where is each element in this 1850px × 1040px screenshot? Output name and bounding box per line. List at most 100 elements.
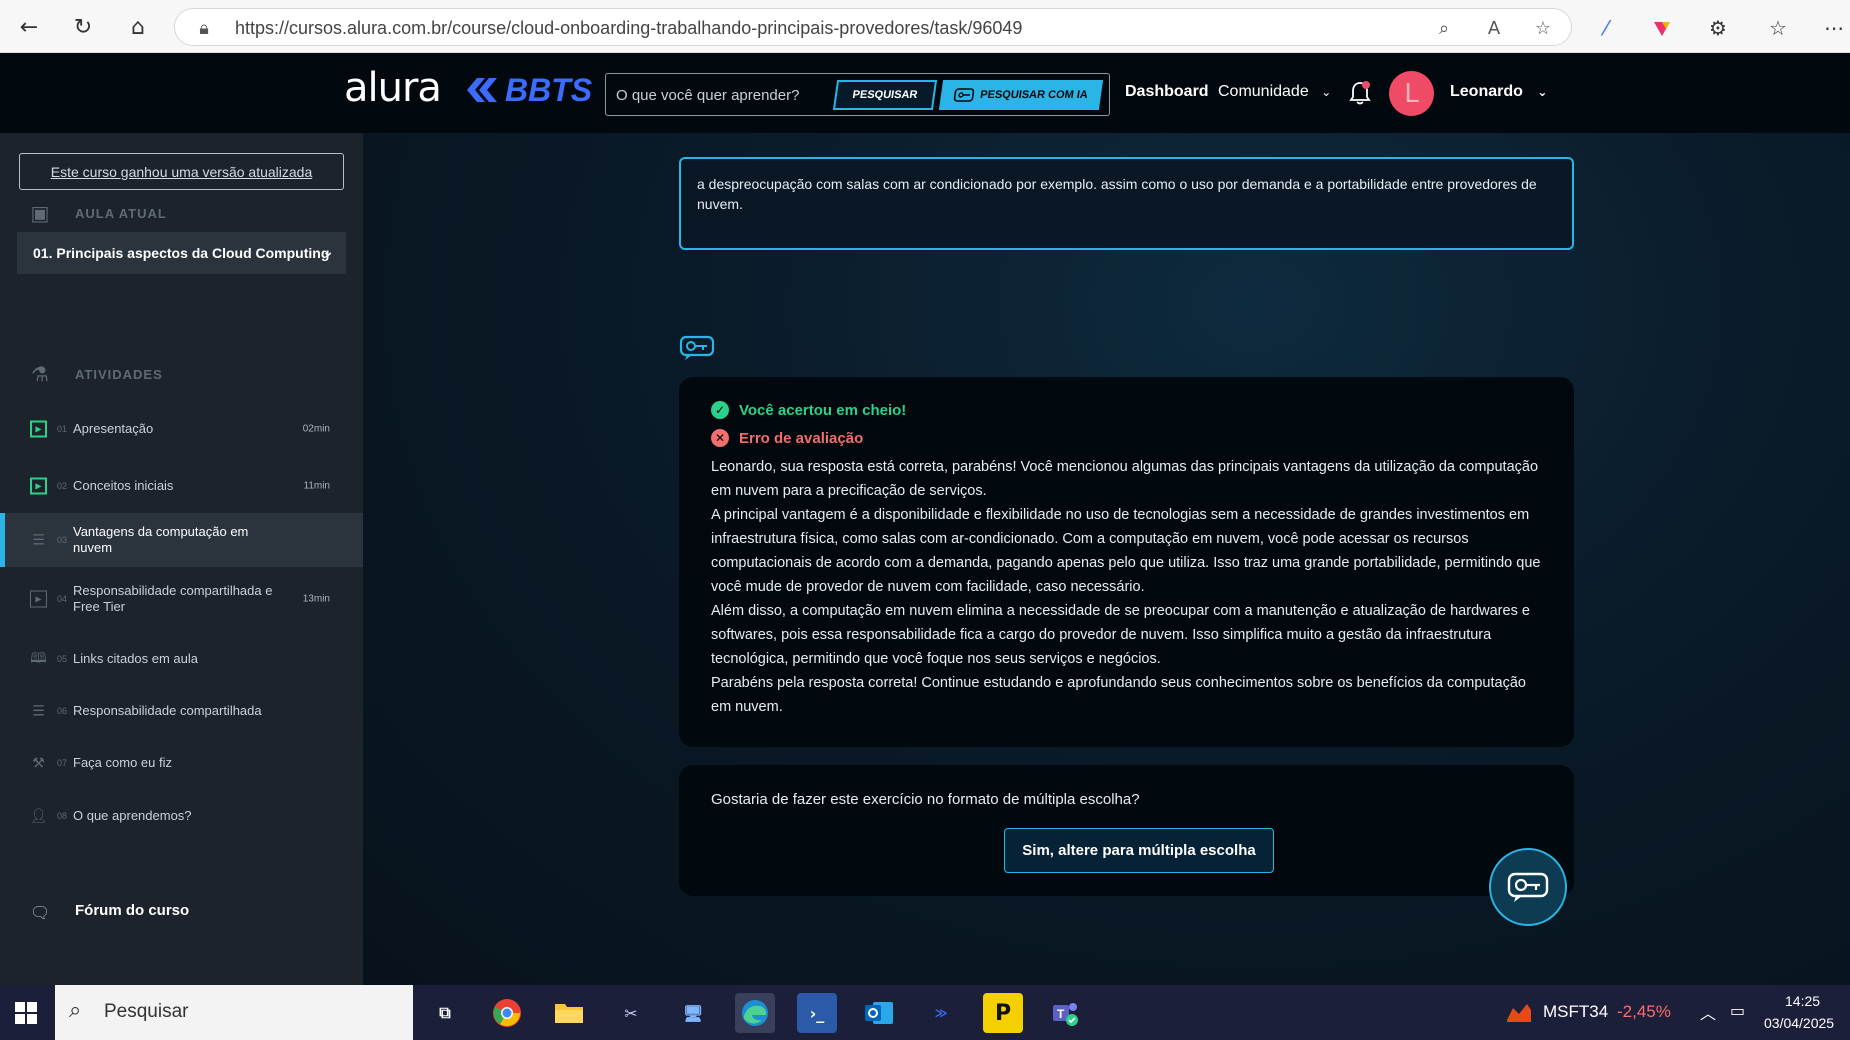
feedback-paragraph: Além disso, a computação em nuvem elimin…	[711, 603, 1530, 667]
battery-icon[interactable]: ▭	[1730, 1001, 1745, 1020]
nav-community[interactable]: Comunidade ⌄	[1218, 83, 1331, 101]
activity-number: 05	[57, 654, 68, 664]
stock-symbol[interactable]: MSFT34	[1543, 1002, 1608, 1022]
activity-title: Apresentação	[73, 421, 154, 436]
switch-to-multiple-choice-button[interactable]: Sim, altere para múltipla escolha	[1004, 828, 1274, 873]
clock-time[interactable]: 14:25	[1785, 993, 1820, 1009]
activity-item[interactable]: 🕮︎ 05 Links citados em aula	[0, 632, 363, 686]
activity-number: 08	[57, 811, 68, 821]
activity-number: 03	[57, 535, 68, 545]
activity-item[interactable]: ▶ 02 Conceitos iniciais 11min	[0, 459, 363, 513]
activity-title: Conceitos iniciais	[73, 478, 174, 493]
book-icon: 🕮︎	[30, 650, 47, 666]
activity-number: 02	[57, 481, 68, 491]
ai-assistant-icon	[679, 335, 715, 361]
ai-glasses-icon	[1507, 872, 1549, 902]
browser-toolbar: ← ↻ ⌂ 🔒︎ https://cursos.alura.com.br/cou…	[0, 0, 1850, 53]
more-menu-icon[interactable]: ⋯	[1820, 14, 1848, 42]
activity-item-current[interactable]: ☰ 03 Vantagens da computação em nuvem	[0, 513, 363, 567]
feedback-success-text: Você acertou em cheio!	[739, 401, 907, 419]
user-name: Leonardo	[1450, 83, 1523, 100]
list-icon: ☰	[32, 703, 45, 719]
p-app-icon[interactable]: P	[983, 993, 1023, 1033]
ai-assistant-button[interactable]	[1489, 848, 1567, 926]
current-lesson-label: AULA ATUAL	[75, 206, 167, 221]
activity-item[interactable]: ▶ 01 Apresentação 02min	[0, 402, 363, 456]
activity-title: Vantagens da computação em nuvem	[73, 524, 249, 555]
snipping-tool-icon[interactable]: ✂	[611, 993, 651, 1033]
address-bar[interactable]: 🔒︎ https://cursos.alura.com.br/course/cl…	[174, 8, 1572, 46]
reload-icon[interactable]: ↻	[68, 12, 98, 42]
search-ai-button[interactable]: PESQUISAR COM IA	[938, 80, 1104, 110]
feedback-paragraph: A principal vantagem é a disponibilidade…	[711, 507, 1541, 595]
windows-start-icon[interactable]	[0, 985, 52, 1040]
avatar[interactable]: L	[1389, 71, 1434, 116]
error-circle-icon: ✕	[711, 429, 729, 447]
updated-version-link[interactable]: Este curso ganhou uma versão atualizada	[19, 153, 344, 190]
powershell-icon[interactable]: ›_	[797, 993, 837, 1033]
taskbar-search-text: Pesquisar	[104, 1001, 189, 1022]
chevron-down-icon: ⌄	[1321, 85, 1332, 99]
back-icon[interactable]: ←	[14, 12, 44, 42]
search-input[interactable]	[616, 84, 836, 106]
bbts-logo[interactable]: BBTS	[465, 70, 592, 110]
site-header: alura BBTS PESQUISAR PESQUISAR COM IA Da…	[0, 53, 1850, 133]
chevron-up-icon[interactable]: ︿	[1700, 1000, 1716, 1024]
alura-logo[interactable]: alura	[344, 65, 442, 111]
activity-item[interactable]: ⚒ 07 Faça como eu fiz	[0, 736, 363, 790]
url-text: https://cursos.alura.com.br/course/cloud…	[235, 18, 1023, 38]
activity-title: O que aprendemos?	[73, 808, 192, 823]
taskbar-search[interactable]: ⌕ Pesquisar	[55, 985, 413, 1040]
copilot-pen-icon[interactable]: ⁄	[1592, 14, 1620, 42]
outlook-icon[interactable]	[859, 993, 899, 1033]
nav-dashboard[interactable]: Dashboard	[1125, 83, 1209, 101]
feedback-paragraph: Leonardo, sua resposta está correta, par…	[711, 459, 1539, 499]
forum-chat-icon: 🗨︎	[30, 903, 51, 922]
activity-number: 06	[57, 706, 68, 716]
search-button[interactable]: PESQUISAR	[832, 80, 938, 110]
extensions-icon[interactable]: ⚙	[1704, 14, 1732, 42]
favorites-icon[interactable]: ☆	[1764, 14, 1792, 42]
check-circle-icon: ✓	[711, 401, 729, 419]
bbts-logo-text: BBTS	[505, 71, 593, 108]
read-aloud-icon[interactable]: A	[1483, 17, 1505, 39]
lock-icon[interactable]: 🔒︎	[193, 17, 215, 39]
lesson-book-icon: ▣	[30, 201, 50, 225]
bbts-app-icon[interactable]: ≫	[921, 993, 961, 1033]
chrome-icon[interactable]	[487, 993, 527, 1033]
current-lesson-selector[interactable]: 01. Principais aspectos da Cloud Computi…	[17, 232, 346, 274]
search-button-label: PESQUISAR	[851, 89, 919, 101]
search-ai-button-label: PESQUISAR COM IA	[979, 89, 1089, 101]
activity-duration: 11min	[303, 480, 331, 492]
file-explorer-icon[interactable]	[549, 993, 589, 1033]
edge-icon[interactable]	[735, 993, 775, 1033]
chevron-down-icon: ⌄	[1537, 85, 1548, 99]
clock-date[interactable]: 03/04/2025	[1764, 1015, 1834, 1031]
activity-item[interactable]: ▶ 04 Responsabilidade compartilhada e Fr…	[0, 569, 363, 629]
list-icon: ☰	[32, 532, 45, 548]
extension-colorful-icon[interactable]	[1648, 14, 1676, 42]
remote-desktop-icon[interactable]: 🖥︎	[673, 993, 713, 1033]
activity-title: Responsabilidade compartilhada	[73, 703, 262, 718]
task-view-icon[interactable]: ⧉	[425, 993, 465, 1033]
stock-change: -2,45%	[1617, 1002, 1671, 1021]
activity-number: 04	[57, 594, 68, 604]
notification-bell-icon[interactable]	[1348, 80, 1372, 106]
activity-duration: 02min	[302, 423, 330, 435]
teams-icon[interactable]: T	[1045, 993, 1085, 1033]
favorite-star-icon[interactable]: ☆	[1532, 17, 1554, 39]
activity-title: Links citados em aula	[73, 651, 199, 666]
user-check-icon: 👤︎	[29, 808, 48, 824]
main-content: a despreocupação com salas com ar condic…	[363, 133, 1850, 985]
activity-duration: 13min	[302, 593, 330, 605]
activity-item[interactable]: 👤︎ 08 O que aprendemos?	[0, 789, 363, 843]
search-box: PESQUISAR PESQUISAR COM IA	[605, 73, 1110, 116]
chevron-down-icon: ⌄	[322, 244, 334, 260]
user-menu[interactable]: Leonardo ⌄	[1450, 83, 1547, 101]
activity-number: 01	[57, 424, 68, 434]
zoom-icon[interactable]: ⌕	[1433, 17, 1455, 39]
activity-item[interactable]: ☰ 06 Responsabilidade compartilhada	[0, 684, 363, 738]
course-forum-link[interactable]: Fórum do curso	[75, 902, 189, 919]
home-icon[interactable]: ⌂	[123, 12, 153, 42]
feedback-error: ✕ Erro de avaliação	[711, 429, 1542, 447]
